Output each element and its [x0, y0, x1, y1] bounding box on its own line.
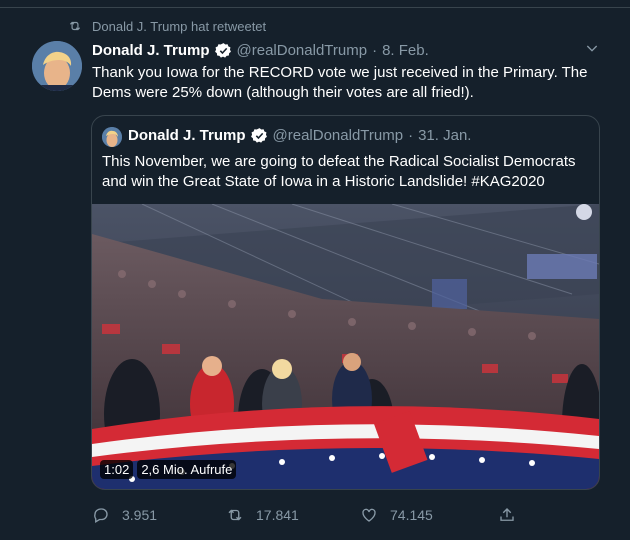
verified-icon: [214, 43, 231, 58]
reply-icon: [94, 508, 108, 523]
tweet-separator: [0, 0, 630, 8]
quoted-tweet[interactable]: Donald J. Trump @realDonaldTrump · 31. J…: [91, 115, 600, 490]
tweet-date[interactable]: 8. Feb.: [382, 42, 429, 59]
avatar-image: [32, 41, 82, 91]
retweet-count: 17.841: [256, 507, 299, 523]
like-button[interactable]: 74.145: [360, 506, 433, 524]
quote-avatar: [102, 127, 122, 147]
author-name[interactable]: Donald J. Trump: [92, 42, 210, 59]
like-icon: [362, 508, 376, 522]
video-badge: 1:02 2,6 Mio. Aufrufe: [100, 460, 237, 479]
retweet-icon: [69, 21, 81, 31]
tweet-actions: 3.951 17.841 74.145: [92, 505, 522, 525]
tweet-header: Donald J. Trump @realDonaldTrump · 8. Fe…: [92, 42, 429, 59]
video-thumbnail: [92, 204, 599, 489]
quote-header: Donald J. Trump @realDonaldTrump · 31. J…: [128, 127, 471, 144]
video-duration: 1:02: [100, 460, 134, 479]
reply-count: 3.951: [122, 507, 158, 523]
share-button[interactable]: [498, 506, 516, 524]
chevron-down-icon[interactable]: [584, 40, 600, 56]
video-views: 2,6 Mio. Aufrufe: [137, 460, 237, 479]
retweet-button[interactable]: 17.841: [226, 506, 299, 524]
quote-author-name: Donald J. Trump: [128, 127, 246, 144]
retweet-icon: [228, 509, 242, 521]
tweet-text: Thank you Iowa for the RECORD vote we ju…: [92, 64, 588, 101]
quote-text: This November, we are going to defeat th…: [102, 153, 576, 190]
retweet-context[interactable]: Donald J. Trump hat retweetet: [68, 17, 266, 35]
author-handle[interactable]: @realDonaldTrump: [237, 42, 368, 59]
video-player[interactable]: 1:02 2,6 Mio. Aufrufe: [92, 204, 599, 489]
share-icon: [500, 508, 514, 521]
like-count: 74.145: [390, 507, 433, 523]
separator-dot: ·: [372, 42, 378, 59]
verified-icon: [250, 128, 267, 143]
reply-button[interactable]: 3.951: [92, 506, 157, 524]
quote-author-handle: @realDonaldTrump: [272, 127, 404, 144]
quote-date: 31. Jan.: [418, 127, 472, 144]
avatar[interactable]: [32, 41, 82, 91]
separator-dot: ·: [408, 127, 414, 144]
retweet-text: Donald J. Trump hat retweetet: [92, 18, 267, 34]
